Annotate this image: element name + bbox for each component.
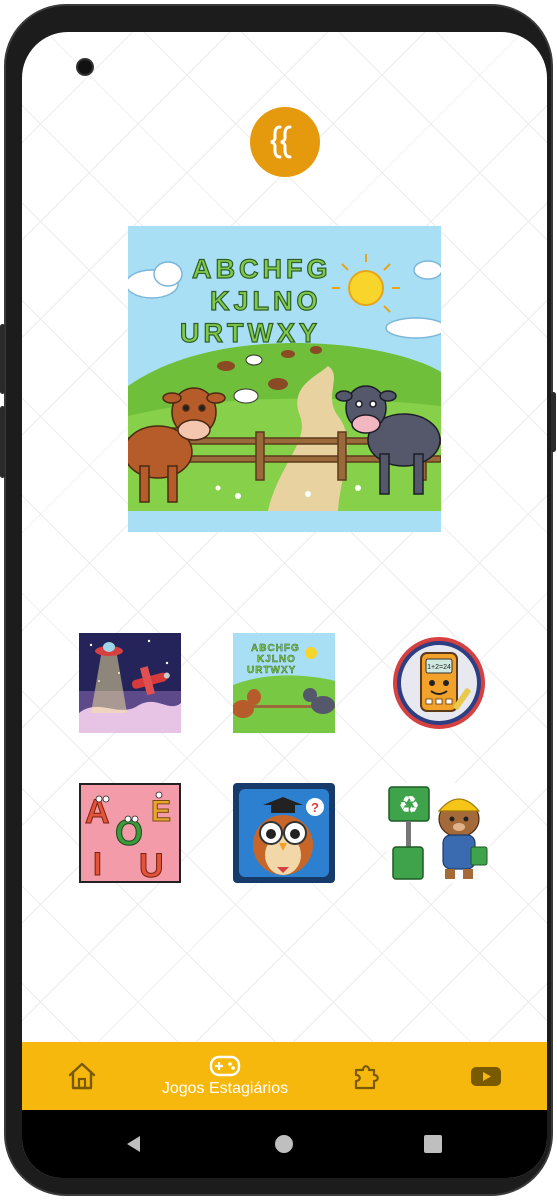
game-thumb-calculator[interactable]: 1+2=24 [387,633,489,733]
game-thumb-vowels[interactable]: A O E I U [79,783,181,883]
svg-text:?: ? [311,800,319,815]
featured-game-image[interactable]: ABCHFG KJLNO URTWXY [123,226,447,532]
calculator-screen-text: 1+2=24 [427,664,451,671]
front-camera [76,58,94,76]
phone-frame: ABCHFG KJLNO URTWXY ABCHFG KJLNO URTWXY … [0,4,556,1196]
recycling-bear-icon: ♻ [387,783,489,883]
svg-text:♻: ♻ [398,791,420,819]
thumb-letters-row-2: KJLNO [257,654,296,665]
gamepad-icon [209,1055,241,1077]
screen: ABCHFG KJLNO URTWXY ABCHFG KJLNO URTWXY … [22,32,547,1178]
recents-icon[interactable] [423,1134,443,1154]
owl-teacher-icon: ? [233,783,335,883]
vowel-e: E [151,795,171,828]
game-thumb-alphabet-farm[interactable]: ABCHFG KJLNO URTWXY [233,633,335,733]
puzzle-icon [354,1065,379,1090]
vowel-i: I [93,846,102,882]
calculator-character-icon: 1+2=24 [393,637,485,729]
hero-letters-row-2: KJLNO [210,286,322,316]
nav-item-games[interactable]: Jogos Estagiários [150,1042,300,1110]
nav-item-puzzle[interactable] [348,1042,388,1110]
thumb-letters-row-1: ABCHFG [251,643,300,654]
hero-letters-row-1: ABCHFG [192,254,332,284]
bottom-nav: Jogos Estagiários [22,1042,547,1110]
back-icon[interactable] [124,1134,144,1154]
ufo-plane-icon [79,633,181,733]
vowel-u: U [139,847,164,883]
home-circle-icon[interactable] [274,1134,294,1154]
alphabet-cows-icon: ABCHFG KJLNO URTWXY [233,633,335,733]
nav-item-youtube[interactable] [468,1042,504,1110]
game-thumb-owl-quiz[interactable]: ? [233,783,335,883]
youtube-icon [471,1067,501,1086]
app-logo[interactable] [250,107,320,177]
nav-item-games-label: Jogos Estagiários [161,1080,289,1097]
game-thumb-recycling[interactable]: ♻ [387,783,489,883]
system-nav-bar [22,1110,547,1178]
home-icon [68,1062,96,1090]
curly-braces-icon [270,125,292,159]
game-thumb-space[interactable] [79,633,181,733]
thumb-letters-row-3: URTWXY [247,665,296,676]
nav-item-home[interactable] [60,1042,104,1110]
vowels-icon: A O E I U [79,783,181,883]
